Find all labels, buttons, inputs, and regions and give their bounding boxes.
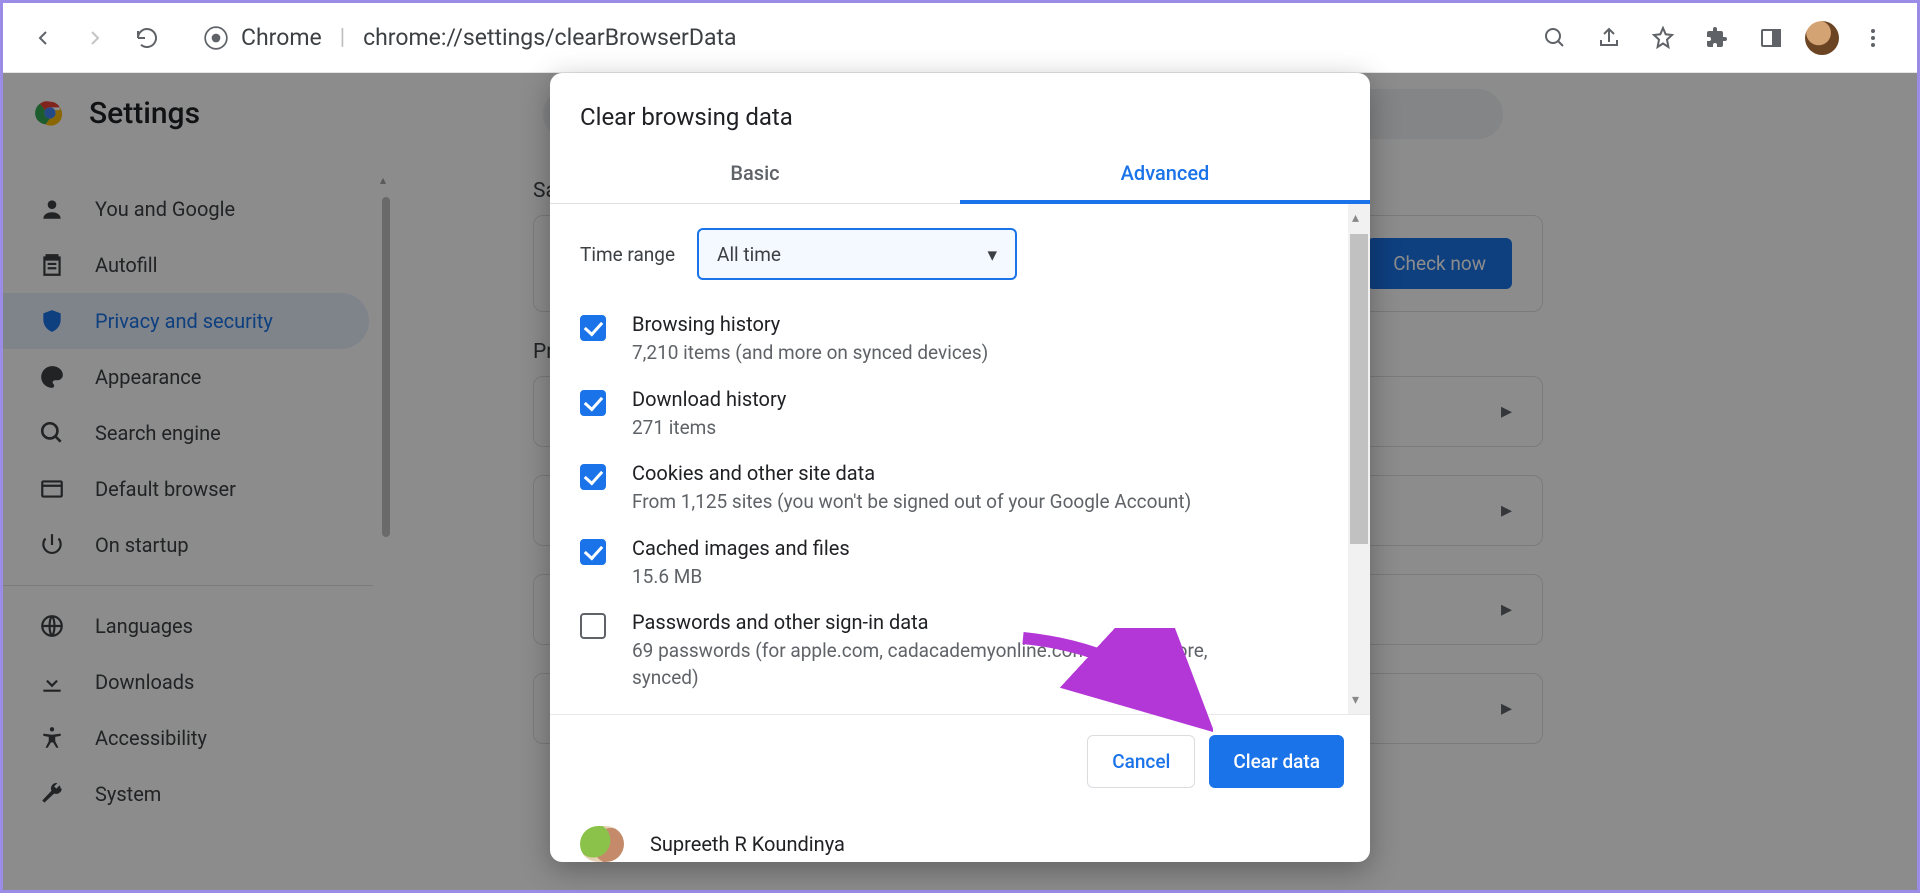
clear-data-button[interactable]: Clear data [1209,735,1344,788]
option-title: Passwords and other sign-in data [632,610,1272,634]
option-subtitle: 271 items [632,415,786,442]
option-cookies[interactable]: Cookies and other site data From 1,125 si… [550,451,1370,526]
checkbox-cookies[interactable] [580,464,606,490]
tab-advanced[interactable]: Advanced [960,145,1370,203]
checkbox-browsing-history[interactable] [580,315,606,341]
option-title: Cached images and files [632,536,850,560]
scroll-up-icon: ▴ [1352,210,1359,226]
bookmark-star-icon[interactable] [1643,18,1683,58]
option-subtitle: 7,210 items (and more on synced devices) [632,340,988,367]
chrome-icon [203,25,229,51]
time-range-value: All time [717,243,781,266]
option-cached[interactable]: Cached images and files 15.6 MB [550,526,1370,601]
option-browsing-history[interactable]: Browsing history 7,210 items (and more on… [550,302,1370,377]
clear-browsing-data-dialog: Clear browsing data Basic Advanced ▴ ▾ T… [550,73,1370,862]
user-name: Supreeth R Koundinya [650,832,845,856]
option-title: Browsing history [632,312,988,336]
checkbox-cached[interactable] [580,539,606,565]
reload-button[interactable] [125,16,169,60]
scroll-thumb[interactable] [1350,234,1368,544]
back-button[interactable] [21,16,65,60]
address-separator: | [340,25,345,50]
url-text: chrome://settings/clearBrowserData [363,24,736,51]
option-subtitle: From 1,125 sites (you won't be signed ou… [632,489,1191,516]
option-passwords[interactable]: Passwords and other sign-in data 69 passw… [550,600,1370,701]
dialog-tabs: Basic Advanced [550,145,1370,204]
user-avatar [580,826,624,862]
dialog-body: ▴ ▾ Time range All time ▾ Browsing histo… [550,204,1370,714]
option-title: Cookies and other site data [632,461,1191,485]
checkbox-download-history[interactable] [580,390,606,416]
option-download-history[interactable]: Download history 271 items [550,377,1370,452]
chevron-down-icon: ▾ [988,243,998,266]
checkbox-passwords[interactable] [580,613,606,639]
sidepanel-icon[interactable] [1751,18,1791,58]
dialog-footer: Cancel Clear data [550,714,1370,808]
forward-button[interactable] [73,16,117,60]
share-icon[interactable] [1589,18,1629,58]
extensions-icon[interactable] [1697,18,1737,58]
tab-basic[interactable]: Basic [550,145,960,203]
time-range-label: Time range [580,243,675,266]
signed-in-user-row: Supreeth R Koundinya [550,808,1370,862]
option-subtitle: 69 passwords (for apple.com, cadacademyo… [632,638,1272,691]
option-title: Download history [632,387,786,411]
browser-toolbar: Chrome | chrome://settings/clearBrowserD… [3,3,1917,73]
option-subtitle: 15.6 MB [632,564,850,591]
dialog-scrollbar[interactable]: ▴ ▾ [1348,204,1370,714]
time-range-select[interactable]: All time ▾ [697,228,1017,280]
address-bar[interactable]: Chrome | chrome://settings/clearBrowserD… [203,24,737,51]
scroll-down-icon: ▾ [1352,692,1359,708]
dialog-title: Clear browsing data [550,73,1370,145]
cancel-button[interactable]: Cancel [1087,735,1195,788]
profile-avatar[interactable] [1805,21,1839,55]
site-label: Chrome [241,24,322,51]
zoom-icon[interactable] [1535,18,1575,58]
kebab-menu-icon[interactable] [1853,18,1893,58]
